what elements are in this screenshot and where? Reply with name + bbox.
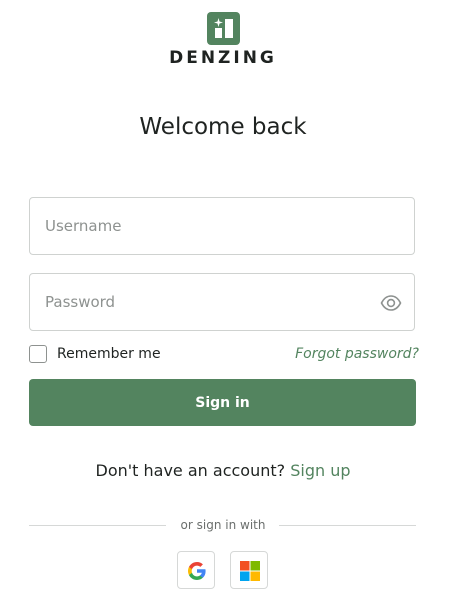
microsoft-sign-in-button[interactable]: [230, 551, 268, 589]
eye-icon[interactable]: [380, 293, 402, 313]
brand-name: DENZING: [169, 48, 277, 68]
remember-checkbox[interactable]: [29, 345, 47, 363]
google-sign-in-button[interactable]: [177, 551, 215, 589]
signup-row: Don't have an account? Sign up: [0, 461, 446, 480]
sign-up-link[interactable]: Sign up: [290, 461, 350, 480]
forgot-password-link[interactable]: Forgot password?: [295, 346, 419, 362]
login-page: DENZING Welcome back Remember me Forgot …: [0, 0, 456, 607]
brand-logo-icon: [207, 12, 240, 45]
username-input[interactable]: [45, 198, 375, 254]
page-title: Welcome back: [139, 114, 307, 140]
password-input[interactable]: [45, 274, 375, 330]
microsoft-icon: [240, 561, 260, 581]
divider-right: [279, 525, 416, 526]
google-icon: [188, 562, 206, 580]
remember-label: Remember me: [57, 346, 161, 362]
sign-in-button[interactable]: Sign in: [29, 379, 416, 426]
password-field[interactable]: [29, 273, 415, 331]
signup-prompt: Don't have an account?: [95, 461, 286, 480]
username-field[interactable]: [29, 197, 415, 255]
